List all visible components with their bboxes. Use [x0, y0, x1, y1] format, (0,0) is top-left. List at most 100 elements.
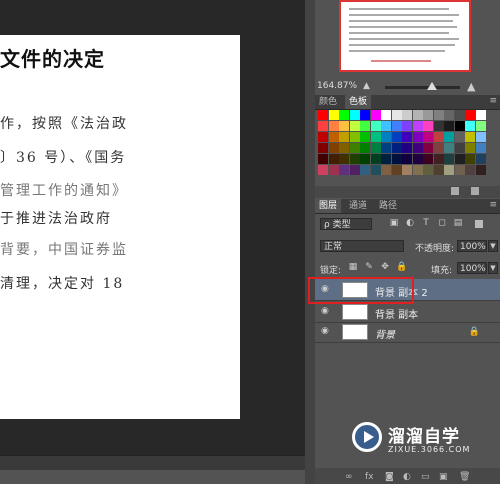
layer-name[interactable]: 背景	[375, 326, 395, 341]
color-swatch[interactable]	[412, 165, 423, 175]
tab-paths[interactable]: 路径	[375, 199, 401, 213]
color-swatch[interactable]	[360, 154, 370, 164]
new-layer-icon[interactable]: ▣	[439, 472, 448, 482]
color-swatch[interactable]	[475, 110, 486, 120]
zoom-level[interactable]: 164.87%	[317, 81, 357, 91]
navigator-thumbnail[interactable]	[339, 0, 471, 72]
color-swatch[interactable]	[465, 143, 475, 153]
color-swatch[interactable]	[433, 121, 444, 131]
opacity-dropdown-icon[interactable]: ▼	[488, 240, 498, 252]
color-swatch[interactable]	[391, 154, 402, 164]
color-swatch[interactable]	[412, 121, 423, 131]
lock-transparency-icon[interactable]: ▦	[348, 262, 358, 272]
filter-toggle-icon[interactable]	[475, 220, 483, 228]
color-swatch[interactable]	[391, 165, 402, 175]
color-swatch[interactable]	[433, 154, 444, 164]
lock-position-icon[interactable]: ✥	[380, 262, 390, 272]
color-swatch[interactable]	[381, 110, 391, 120]
tab-swatches[interactable]: 色板	[345, 95, 372, 109]
color-swatch[interactable]	[339, 110, 349, 120]
color-swatch[interactable]	[349, 132, 360, 142]
color-swatch[interactable]	[444, 165, 454, 175]
visibility-eye-icon[interactable]: ◉	[321, 307, 331, 316]
color-swatch[interactable]	[349, 154, 360, 164]
visibility-eye-icon[interactable]: ◉	[321, 327, 331, 336]
color-swatch[interactable]	[328, 154, 339, 164]
color-swatch[interactable]	[454, 121, 465, 131]
color-swatch[interactable]	[360, 121, 370, 131]
color-swatch[interactable]	[370, 154, 381, 164]
color-swatch[interactable]	[318, 143, 328, 153]
color-swatch[interactable]	[444, 154, 454, 164]
swatch-grid[interactable]	[318, 110, 488, 180]
filter-type-icon[interactable]: T	[421, 218, 431, 228]
zoom-out-icon[interactable]: ▲	[363, 81, 370, 91]
delete-layer-icon[interactable]: 🗑	[459, 472, 470, 482]
color-swatch[interactable]	[402, 132, 412, 142]
layer-style-icon[interactable]: fx	[365, 472, 374, 482]
color-swatch[interactable]	[402, 110, 412, 120]
color-swatch[interactable]	[328, 121, 339, 131]
color-swatch[interactable]	[349, 110, 360, 120]
opacity-input[interactable]: 100%	[457, 240, 487, 252]
color-swatch[interactable]	[339, 143, 349, 153]
color-swatch[interactable]	[381, 165, 391, 175]
color-swatch[interactable]	[360, 165, 370, 175]
new-group-icon[interactable]: ▭	[421, 472, 430, 482]
color-swatch[interactable]	[381, 143, 391, 153]
layer-row[interactable]: ◉ 背景 副本	[315, 301, 500, 323]
color-swatch[interactable]	[339, 121, 349, 131]
new-adjustment-icon[interactable]: ◐	[403, 472, 411, 482]
filter-smart-object-icon[interactable]: ▤	[453, 218, 463, 228]
color-swatch[interactable]	[360, 110, 370, 120]
filter-adjustment-icon[interactable]: ◐	[405, 218, 415, 228]
color-swatch[interactable]	[423, 110, 433, 120]
color-swatch[interactable]	[454, 110, 465, 120]
fill-dropdown-icon[interactable]: ▼	[488, 262, 498, 274]
color-swatch[interactable]	[328, 110, 339, 120]
color-swatch[interactable]	[475, 165, 486, 175]
color-swatch[interactable]	[318, 154, 328, 164]
color-swatch[interactable]	[328, 143, 339, 153]
color-swatch[interactable]	[423, 132, 433, 142]
panel-menu-icon[interactable]: ≡	[489, 96, 497, 106]
color-swatch[interactable]	[370, 165, 381, 175]
link-layers-icon[interactable]: ∞	[345, 472, 353, 482]
color-swatch[interactable]	[339, 132, 349, 142]
color-swatch[interactable]	[475, 132, 486, 142]
color-swatch[interactable]	[349, 143, 360, 153]
color-swatch[interactable]	[381, 132, 391, 142]
color-swatch[interactable]	[433, 132, 444, 142]
delete-swatch-icon[interactable]	[471, 187, 479, 195]
color-swatch[interactable]	[475, 154, 486, 164]
color-swatch[interactable]	[423, 143, 433, 153]
color-swatch[interactable]	[423, 165, 433, 175]
color-swatch[interactable]	[370, 132, 381, 142]
color-swatch[interactable]	[328, 165, 339, 175]
color-swatch[interactable]	[465, 110, 475, 120]
color-swatch[interactable]	[349, 165, 360, 175]
new-swatch-icon[interactable]	[451, 187, 459, 195]
color-swatch[interactable]	[370, 110, 381, 120]
color-swatch[interactable]	[318, 132, 328, 142]
filter-pixel-icon[interactable]: ▣	[389, 218, 399, 228]
zoom-in-icon[interactable]: ▲	[467, 80, 475, 93]
color-swatch[interactable]	[465, 132, 475, 142]
color-swatch[interactable]	[412, 143, 423, 153]
color-swatch[interactable]	[339, 165, 349, 175]
color-swatch[interactable]	[444, 143, 454, 153]
panel-menu-icon[interactable]: ≡	[489, 200, 497, 210]
color-swatch[interactable]	[391, 143, 402, 153]
filter-shape-icon[interactable]: ◻	[437, 218, 447, 228]
color-swatch[interactable]	[391, 110, 402, 120]
color-swatch[interactable]	[412, 132, 423, 142]
color-swatch[interactable]	[444, 121, 454, 131]
color-swatch[interactable]	[475, 121, 486, 131]
panel-divider[interactable]	[305, 0, 315, 484]
color-swatch[interactable]	[433, 165, 444, 175]
color-swatch[interactable]	[423, 154, 433, 164]
color-swatch[interactable]	[318, 165, 328, 175]
color-swatch[interactable]	[433, 110, 444, 120]
color-swatch[interactable]	[402, 165, 412, 175]
color-swatch[interactable]	[444, 110, 454, 120]
